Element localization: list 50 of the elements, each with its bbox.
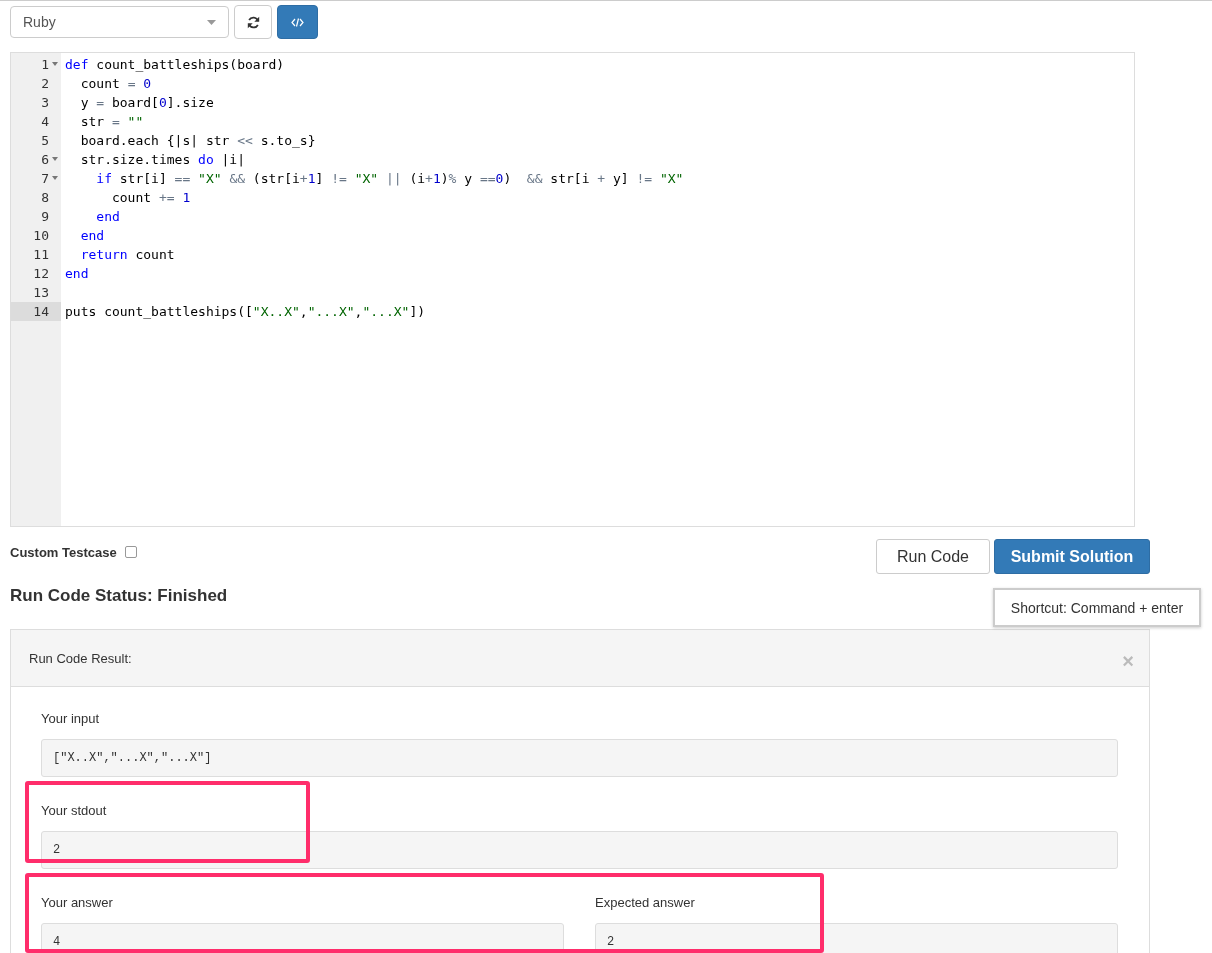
run-code-button[interactable]: Run Code: [876, 539, 990, 574]
panel-title: Run Code Result:: [29, 650, 132, 666]
code-line: board.each {|s| str << s.to_s}: [79, 132, 317, 150]
code-icon: [291, 16, 304, 28]
code-line: count = 0: [79, 75, 153, 93]
line-number: 13: [33, 285, 49, 300]
code-line: end: [79, 227, 106, 245]
refresh-icon: [246, 15, 260, 29]
field-label: Expected answer: [595, 895, 695, 912]
code-line: str.size.times do |i|: [79, 151, 247, 169]
code-button[interactable]: [277, 5, 318, 39]
caret-icon: [207, 19, 216, 25]
line-number: 11: [33, 247, 49, 262]
line-number: 1: [41, 57, 49, 72]
code-line: y = board[0].size: [79, 94, 215, 112]
line-number: 8: [41, 190, 49, 205]
line-number: 9: [41, 209, 49, 224]
code-line: if str[i] == "X" && (str[i+1] != "X" || (i+1)% y ==0) && str[i + y] != "X": [95, 170, 685, 188]
fold-icon[interactable]: [52, 62, 58, 66]
line-number: 4: [41, 114, 49, 129]
custom-testcase-label: Custom Testcase: [10, 544, 117, 560]
submit-button[interactable]: Submit Solution: [994, 539, 1150, 574]
field-label: Your stdout: [41, 803, 107, 820]
code-line: count += 1: [110, 189, 192, 207]
line-number: 7: [41, 171, 49, 186]
output-field: ["X..X","...X","...X"]: [41, 739, 1118, 777]
field-label: Your input: [41, 711, 100, 728]
line-number: 5: [41, 133, 49, 148]
code-line: end: [65, 265, 90, 283]
line-number: 14: [33, 304, 49, 319]
code-line: str = "": [79, 113, 145, 131]
code-line: return count: [79, 246, 176, 264]
line-number: 12: [33, 266, 49, 281]
line-number: 6: [41, 152, 49, 167]
language-select[interactable]: Ruby: [10, 6, 229, 38]
reset-button[interactable]: [234, 5, 272, 39]
output-field: 2: [41, 831, 1118, 869]
line-number: 3: [41, 95, 49, 110]
run-status: Run Code Status: Finished: [10, 586, 228, 606]
custom-testcase-checkbox[interactable]: [124, 546, 137, 558]
shortcut-tooltip: Shortcut: Command + enter: [993, 588, 1201, 627]
fold-icon[interactable]: [52, 176, 58, 180]
code-line: end: [95, 208, 121, 226]
line-number: 2: [41, 76, 49, 91]
code-line: puts count_battleships(["X..X","...X","...X"]): [65, 303, 427, 321]
line-number: 10: [33, 228, 49, 243]
code-line: def count_battleships(board): [65, 56, 286, 74]
fold-icon[interactable]: [52, 157, 58, 161]
output-field: 2: [595, 923, 1118, 953]
field-label: Your answer: [41, 895, 113, 912]
